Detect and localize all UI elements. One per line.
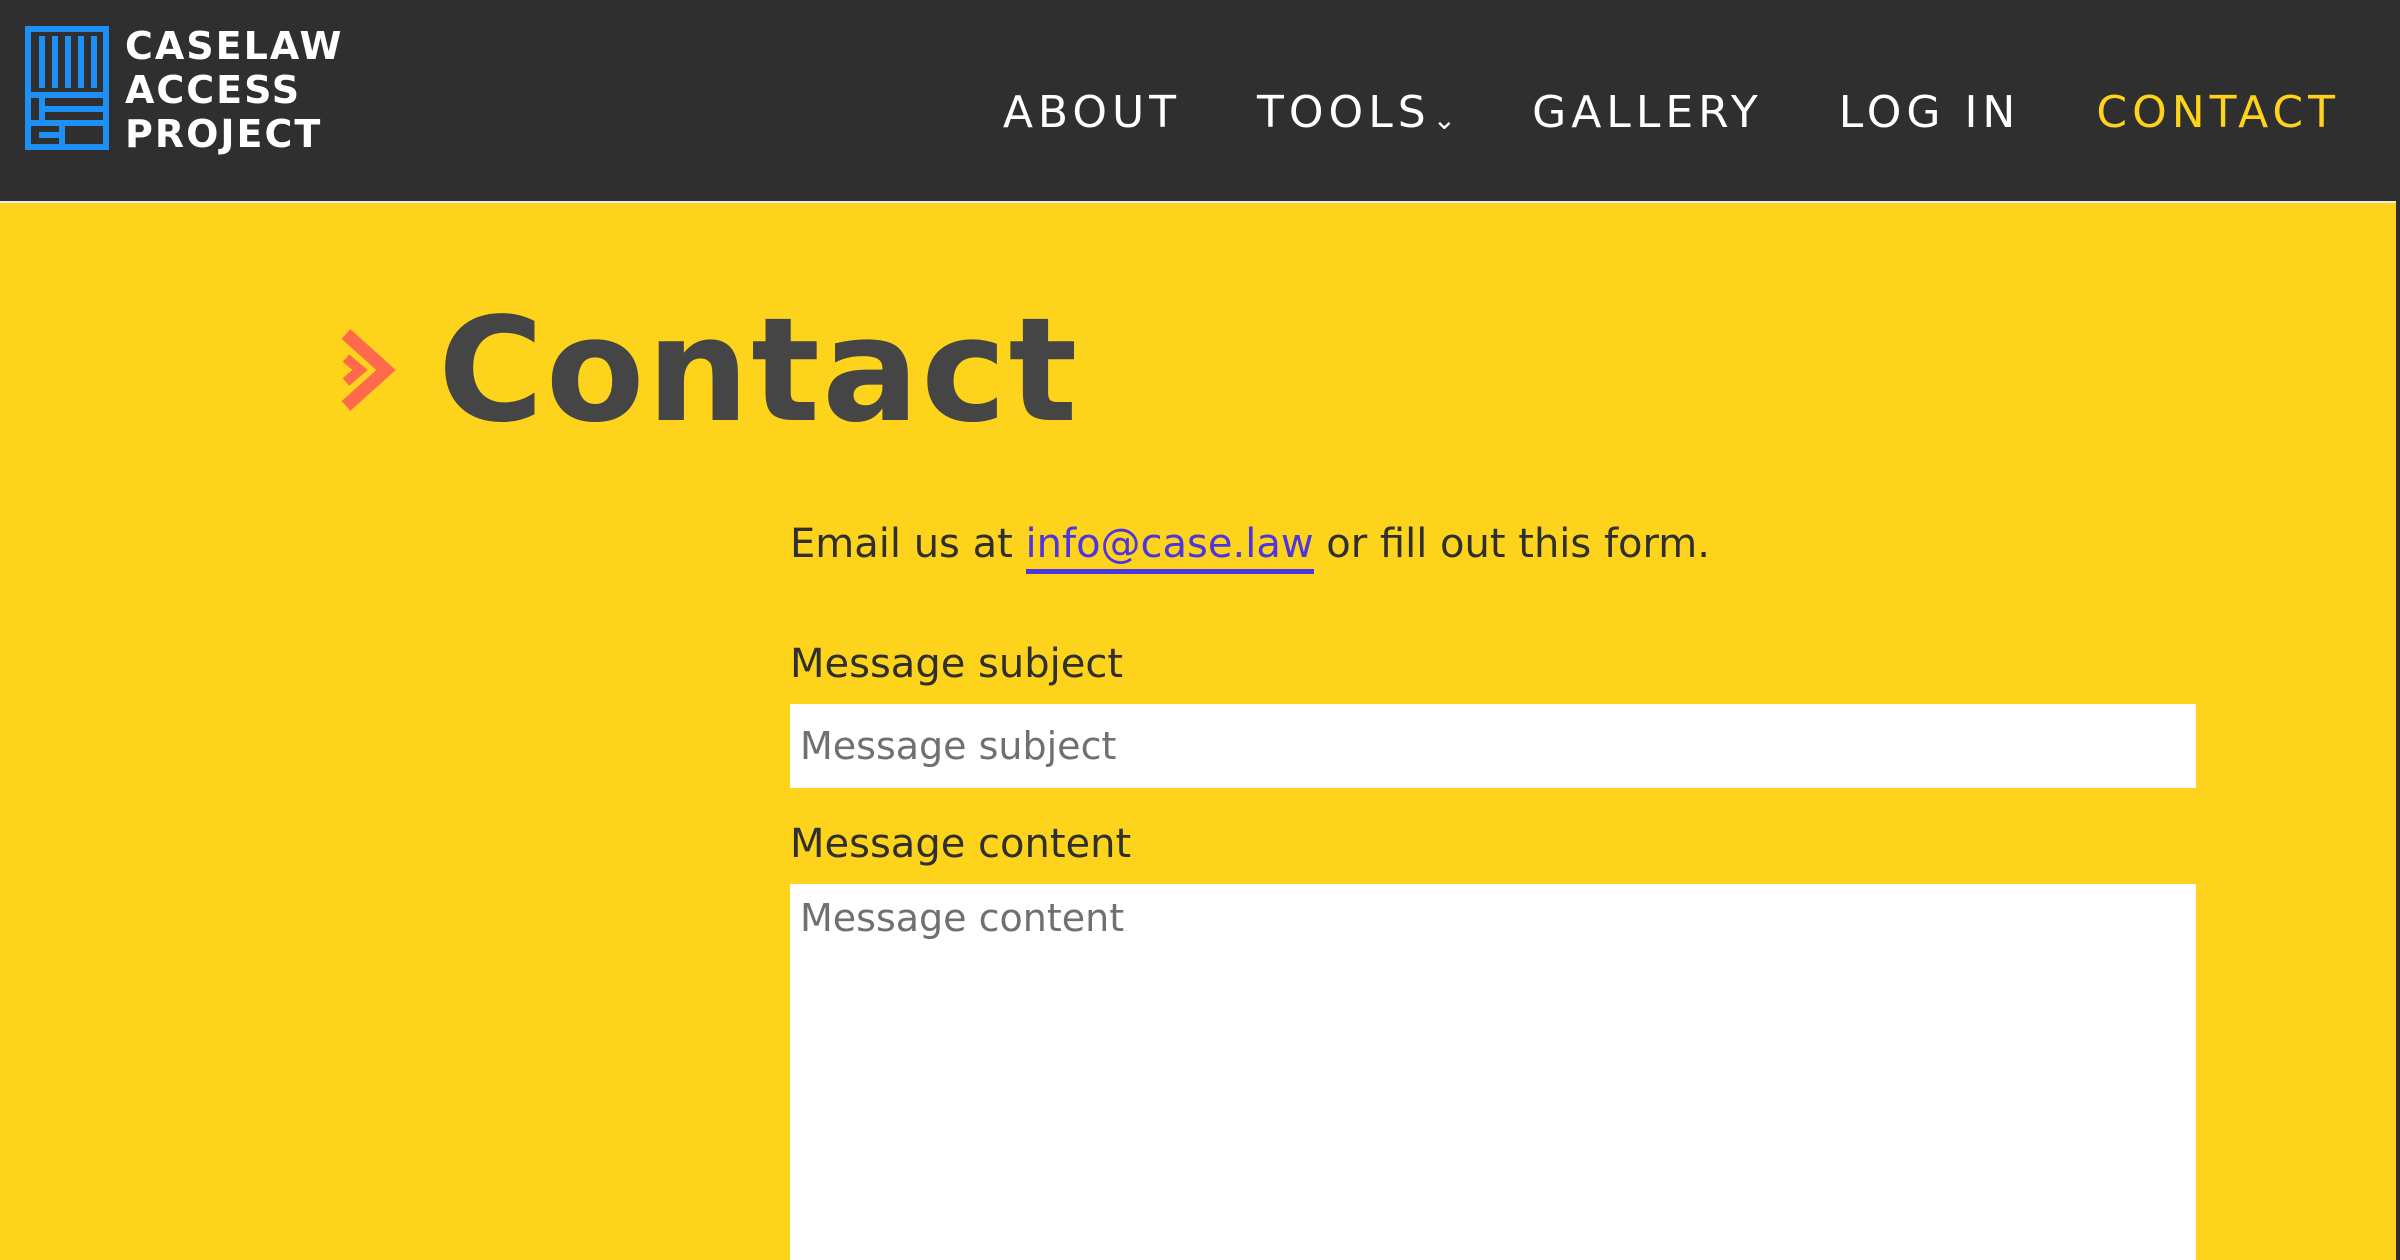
case-law-grid-logo-icon (25, 26, 109, 150)
logo-line-caselaw: CASELAW (125, 24, 344, 68)
nav-gallery-link[interactable]: GALLERY (1532, 83, 1763, 143)
chevron-right-icon (341, 329, 396, 411)
page-heading: Contact (336, 290, 1079, 450)
intro-text: Email us at info@case.law or fill out th… (790, 512, 2196, 576)
page-edge-divider (2396, 201, 2400, 1260)
nav-about-link[interactable]: ABOUT (1003, 83, 1181, 143)
site-header: CASELAW ACCESS PROJECT ABOUT TOOLS ⌄ GAL… (0, 0, 2400, 203)
main-nav: ABOUT TOOLS ⌄ GALLERY LOG IN CONTACT (927, 76, 2340, 150)
site-logo-link[interactable]: CASELAW ACCESS PROJECT (25, 24, 343, 156)
nav-login-link[interactable]: LOG IN (1839, 83, 2021, 143)
logo-wordmark: CASELAW ACCESS PROJECT (125, 24, 343, 156)
nav-tools-label: TOOLS (1257, 87, 1431, 138)
intro-after: or fill out this form. (1313, 521, 1710, 567)
contact-form-section: Email us at info@case.law or fill out th… (790, 512, 2196, 1260)
chevron-down-icon: ⌄ (1432, 103, 1457, 136)
intro-before: Email us at (790, 521, 1026, 567)
nav-contact-link[interactable]: CONTACT (2096, 83, 2340, 143)
page: CASELAW ACCESS PROJECT ABOUT TOOLS ⌄ GAL… (0, 0, 2400, 1260)
content-textarea[interactable] (790, 884, 2196, 1260)
email-link[interactable]: info@case.law (1025, 521, 1314, 574)
subject-label: Message subject (790, 641, 1124, 687)
logo-line-project: PROJECT (125, 112, 323, 156)
logo-line-access: ACCESS (125, 68, 302, 112)
nav-tools-dropdown[interactable]: TOOLS ⌄ (1257, 76, 1456, 150)
subject-input[interactable] (790, 704, 2196, 788)
page-title: Contact (438, 286, 1080, 454)
content-label: Message content (790, 821, 1132, 867)
